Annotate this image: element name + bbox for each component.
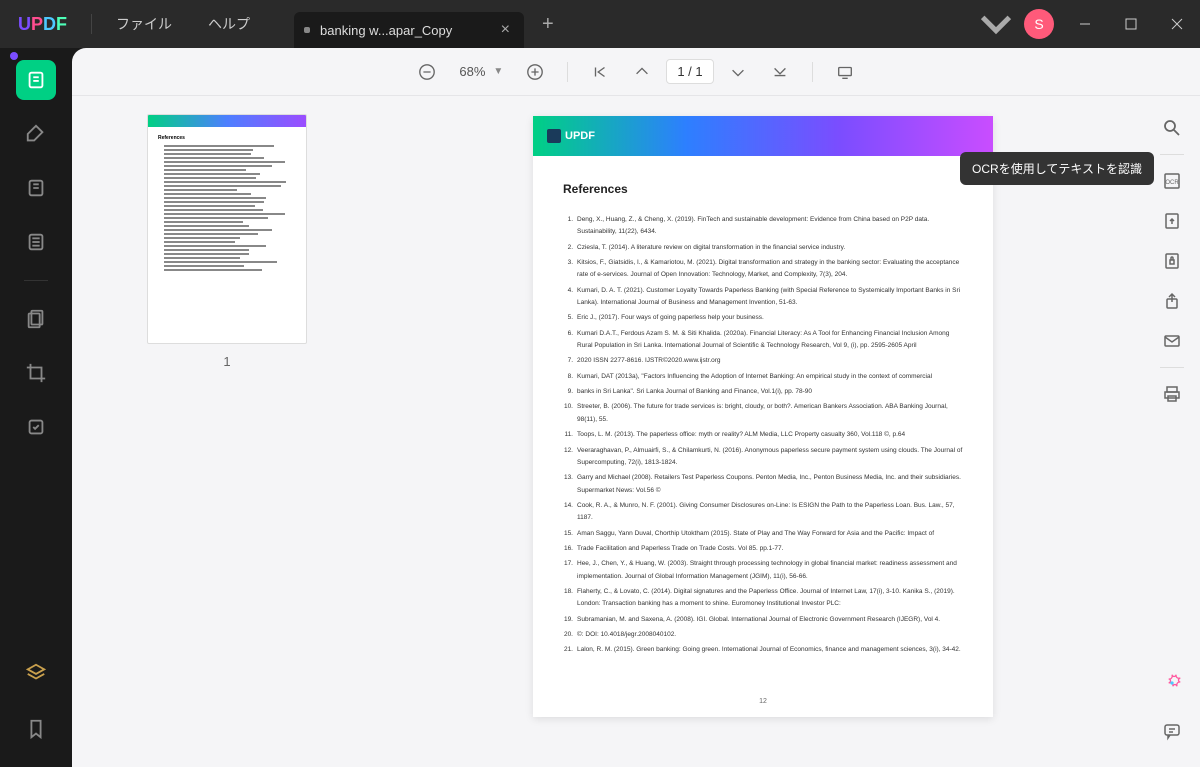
- references-list: 1.Deng, X., Huang, Z., & Cheng, X. (2019…: [563, 214, 963, 657]
- user-avatar[interactable]: S: [1024, 9, 1054, 39]
- references-heading: References: [563, 182, 963, 196]
- reference-item: 14.Cook, R. A., & Munro, N. F. (2001). G…: [563, 500, 963, 525]
- menu-help[interactable]: ヘルプ: [190, 14, 268, 34]
- reference-item: 18.Flaherty, C., & Lovato, C. (2014). Di…: [563, 586, 963, 611]
- close-button[interactable]: [1154, 0, 1200, 48]
- reference-item: 8.Kumari, DAT (2013a), "Factors Influenc…: [563, 371, 963, 383]
- chevron-down-icon: ▼: [493, 66, 503, 77]
- close-icon[interactable]: ×: [497, 21, 514, 39]
- page-header: UPDF: [533, 116, 993, 156]
- zoom-in-button[interactable]: [517, 54, 553, 90]
- crop-tool[interactable]: [16, 353, 56, 393]
- edit-tool[interactable]: [16, 168, 56, 208]
- tab-icon: [304, 27, 310, 33]
- page-input[interactable]: 1 / 1: [666, 59, 713, 84]
- thumbnail-panel: References 1: [72, 96, 382, 767]
- ocr-tooltip: OCRを使用してテキストを認識: [960, 152, 1154, 185]
- fill-sign-tool[interactable]: [16, 407, 56, 447]
- reader-tool[interactable]: [16, 60, 56, 100]
- next-page-button[interactable]: [720, 54, 756, 90]
- email-button[interactable]: [1154, 323, 1190, 359]
- tab-title: banking w...apar_Copy: [320, 23, 497, 38]
- top-toolbar: 68%▼ 1 / 1: [72, 48, 1200, 96]
- zoom-level[interactable]: 68%▼: [451, 64, 511, 79]
- reference-item: 19.Subramanian, M. and Saxena, A. (2008)…: [563, 614, 963, 626]
- separator: [1160, 367, 1184, 368]
- page-thumbnail[interactable]: References: [147, 114, 307, 344]
- chevron-down-icon[interactable]: [976, 4, 1016, 44]
- separator: [1160, 154, 1184, 155]
- svg-text:OCR: OCR: [1165, 180, 1179, 186]
- titlebar: UPDF ファイル ヘルプ banking w...apar_Copy × + …: [0, 0, 1200, 48]
- content-area: References 1 UPDF References 1.Deng, X.,…: [72, 96, 1200, 767]
- highlight-tool[interactable]: [16, 114, 56, 154]
- right-toolbar: OCRを使用してテキストを認識 OCR: [1144, 96, 1200, 767]
- zoom-out-button[interactable]: [409, 54, 445, 90]
- add-tab-button[interactable]: +: [524, 13, 572, 36]
- comment-button[interactable]: [1154, 713, 1190, 749]
- first-page-button[interactable]: [582, 54, 618, 90]
- reference-item: 1.Deng, X., Huang, Z., & Cheng, X. (2019…: [563, 214, 963, 239]
- page-tool[interactable]: [16, 299, 56, 339]
- organize-tool[interactable]: [16, 222, 56, 262]
- page-number: 12: [533, 686, 993, 717]
- separator: [812, 62, 813, 82]
- menu-file[interactable]: ファイル: [98, 14, 190, 34]
- presentation-button[interactable]: [827, 54, 863, 90]
- reference-item: 4.Kumari, D. A. T. (2021). Customer Loya…: [563, 285, 963, 310]
- separator: [567, 62, 568, 82]
- document-tab[interactable]: banking w...apar_Copy ×: [294, 12, 524, 48]
- reference-item: 6.Kumari D.A.T., Ferdous Azam S. M. & Si…: [563, 328, 963, 353]
- reference-item: 12.Veeraraghavan, P., Almuairfi, S., & C…: [563, 445, 963, 470]
- reference-item: 16.Trade Facilitation and Paperless Trad…: [563, 543, 963, 555]
- reference-item: 15.Aman Saggu, Yann Duval, Chorthip Utok…: [563, 528, 963, 540]
- page-view[interactable]: UPDF References 1.Deng, X., Huang, Z., &…: [382, 96, 1144, 767]
- app-logo: UPDF: [0, 14, 85, 35]
- maximize-button[interactable]: [1108, 0, 1154, 48]
- last-page-button[interactable]: [762, 54, 798, 90]
- separator: [91, 14, 92, 34]
- convert-button[interactable]: [1154, 203, 1190, 239]
- document-page: UPDF References 1.Deng, X., Huang, Z., &…: [533, 116, 993, 717]
- reference-item: 3.Kitsios, F., Giatsidis, I., & Kamariot…: [563, 257, 963, 282]
- reference-item: 9.banks in Sri Lanka". Sri Lanka Journal…: [563, 386, 963, 398]
- reference-item: 11.Toops, L. M. (2013). The paperless of…: [563, 429, 963, 441]
- prev-page-button[interactable]: [624, 54, 660, 90]
- search-button[interactable]: [1154, 110, 1190, 146]
- reference-item: 13.Garry and Michael (2008). Retailers T…: [563, 472, 963, 497]
- reference-item: 20.©: DOI: 10.4018/jegr.2008040102.: [563, 629, 963, 641]
- protect-button[interactable]: [1154, 243, 1190, 279]
- main-area: 68%▼ 1 / 1 References 1: [0, 48, 1200, 767]
- minimize-button[interactable]: [1062, 0, 1108, 48]
- reference-item: 2.Cziesla, T. (2014). A literature revie…: [563, 242, 963, 254]
- reference-item: 17.Hee, J., Chen, Y., & Huang, W. (2003)…: [563, 558, 963, 583]
- share-button[interactable]: [1154, 283, 1190, 319]
- reference-item: 21.Lalon, R. M. (2015). Green banking: G…: [563, 644, 963, 656]
- reference-item: 7.2020 ISSN 2277-8616. IJSTR©2020.www.ij…: [563, 355, 963, 367]
- reference-item: 5.Eric J., (2017). Four ways of going pa…: [563, 312, 963, 324]
- indicator-dot: [10, 52, 18, 60]
- bookmark-tool[interactable]: [16, 709, 56, 749]
- ocr-button[interactable]: OCR: [1154, 163, 1190, 199]
- reference-item: 10.Streeter, B. (2006). The future for t…: [563, 401, 963, 426]
- left-toolbar: [0, 48, 72, 767]
- layers-tool[interactable]: [16, 653, 56, 693]
- workspace: 68%▼ 1 / 1 References 1: [72, 48, 1200, 767]
- separator: [24, 280, 48, 281]
- thumbnail-number: 1: [223, 354, 230, 369]
- print-button[interactable]: [1154, 376, 1190, 412]
- ai-button[interactable]: [1154, 665, 1190, 701]
